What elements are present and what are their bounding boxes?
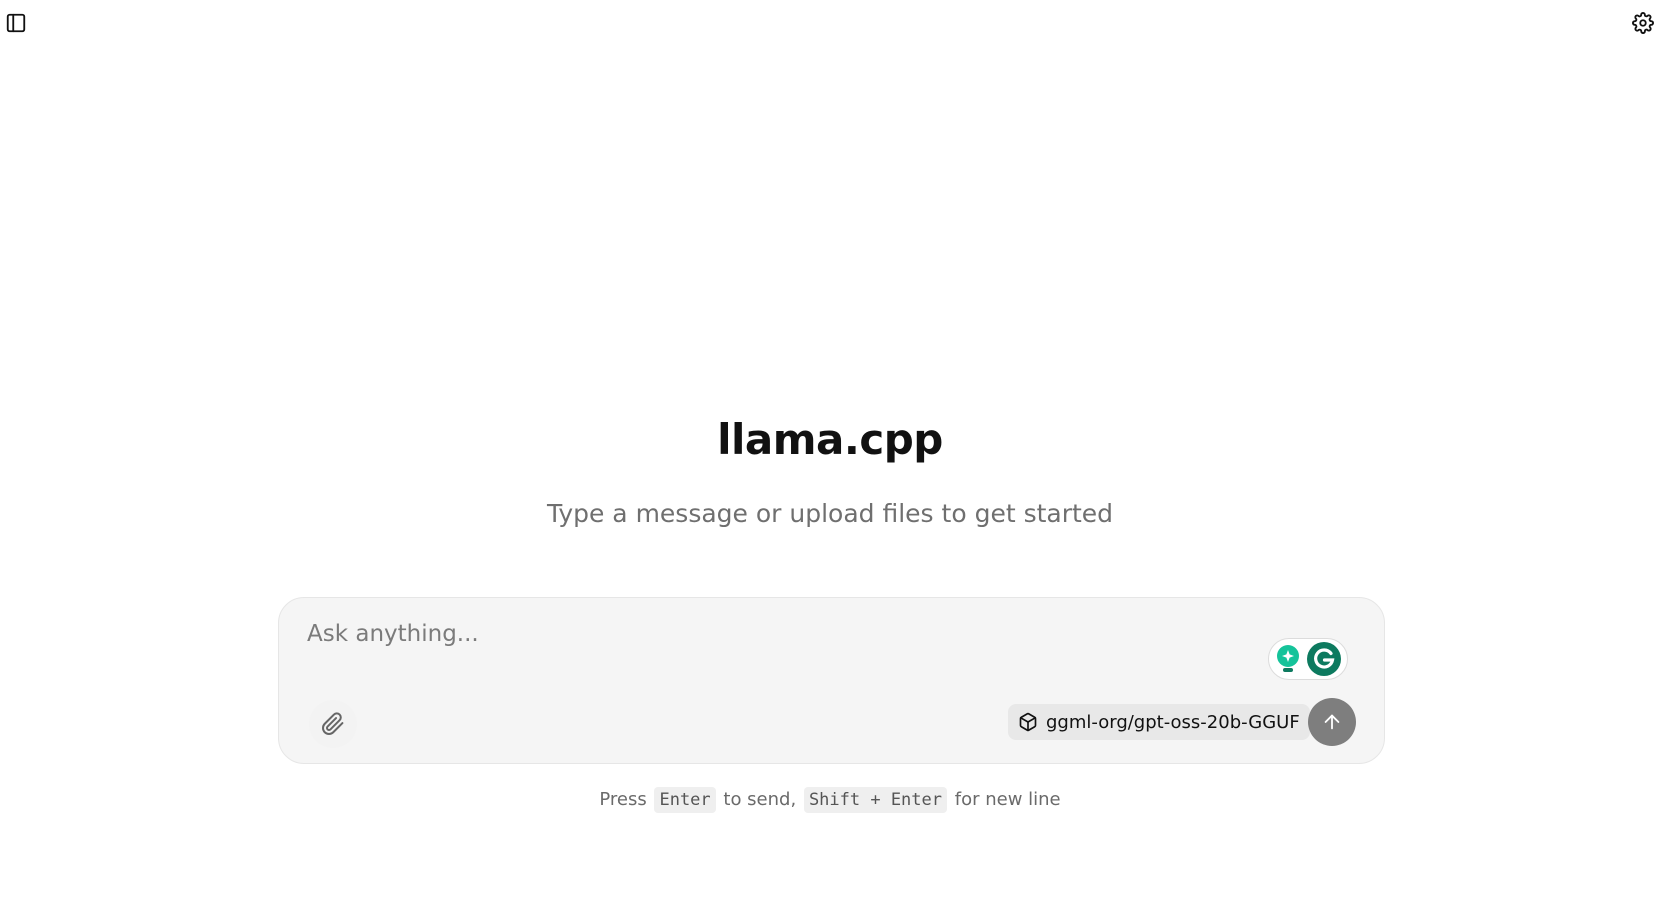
grammarly-g-icon xyxy=(1307,642,1341,676)
page-title: llama.cpp xyxy=(717,415,943,464)
keyboard-hint: Press Enter to send, Shift + Enter for n… xyxy=(0,787,1660,813)
cube-icon xyxy=(1019,712,1037,732)
send-button[interactable] xyxy=(1308,698,1356,746)
hint-key-enter: Enter xyxy=(654,787,716,813)
grammarly-widget[interactable] xyxy=(1268,638,1348,680)
settings-button[interactable] xyxy=(1629,9,1657,37)
hint-for-new-line: for new line xyxy=(954,789,1061,810)
sidebar-panel-icon xyxy=(6,13,26,33)
gear-icon xyxy=(1632,12,1654,34)
attach-file-button[interactable] xyxy=(309,700,357,748)
paperclip-icon xyxy=(322,712,344,735)
hint-key-shift-enter: Shift + Enter xyxy=(803,787,947,813)
hint-press: Press xyxy=(599,789,647,810)
model-selector[interactable]: ggml-org/gpt-oss-20b-GGUF xyxy=(1008,704,1310,740)
chat-page: llama.cpp Type a message or upload files… xyxy=(0,0,1660,916)
sidebar-toggle-button[interactable] xyxy=(2,9,30,37)
message-composer: ggml-org/gpt-oss-20b-GGUF xyxy=(278,597,1385,764)
message-input[interactable] xyxy=(307,614,1167,654)
page-subtitle: Type a message or upload files to get st… xyxy=(546,499,1114,528)
hint-to-send: to send, xyxy=(723,789,797,810)
model-name: ggml-org/gpt-oss-20b-GGUF xyxy=(1046,711,1300,733)
arrow-up-icon xyxy=(1324,714,1340,730)
grammarly-bulb-icon xyxy=(1277,645,1299,672)
